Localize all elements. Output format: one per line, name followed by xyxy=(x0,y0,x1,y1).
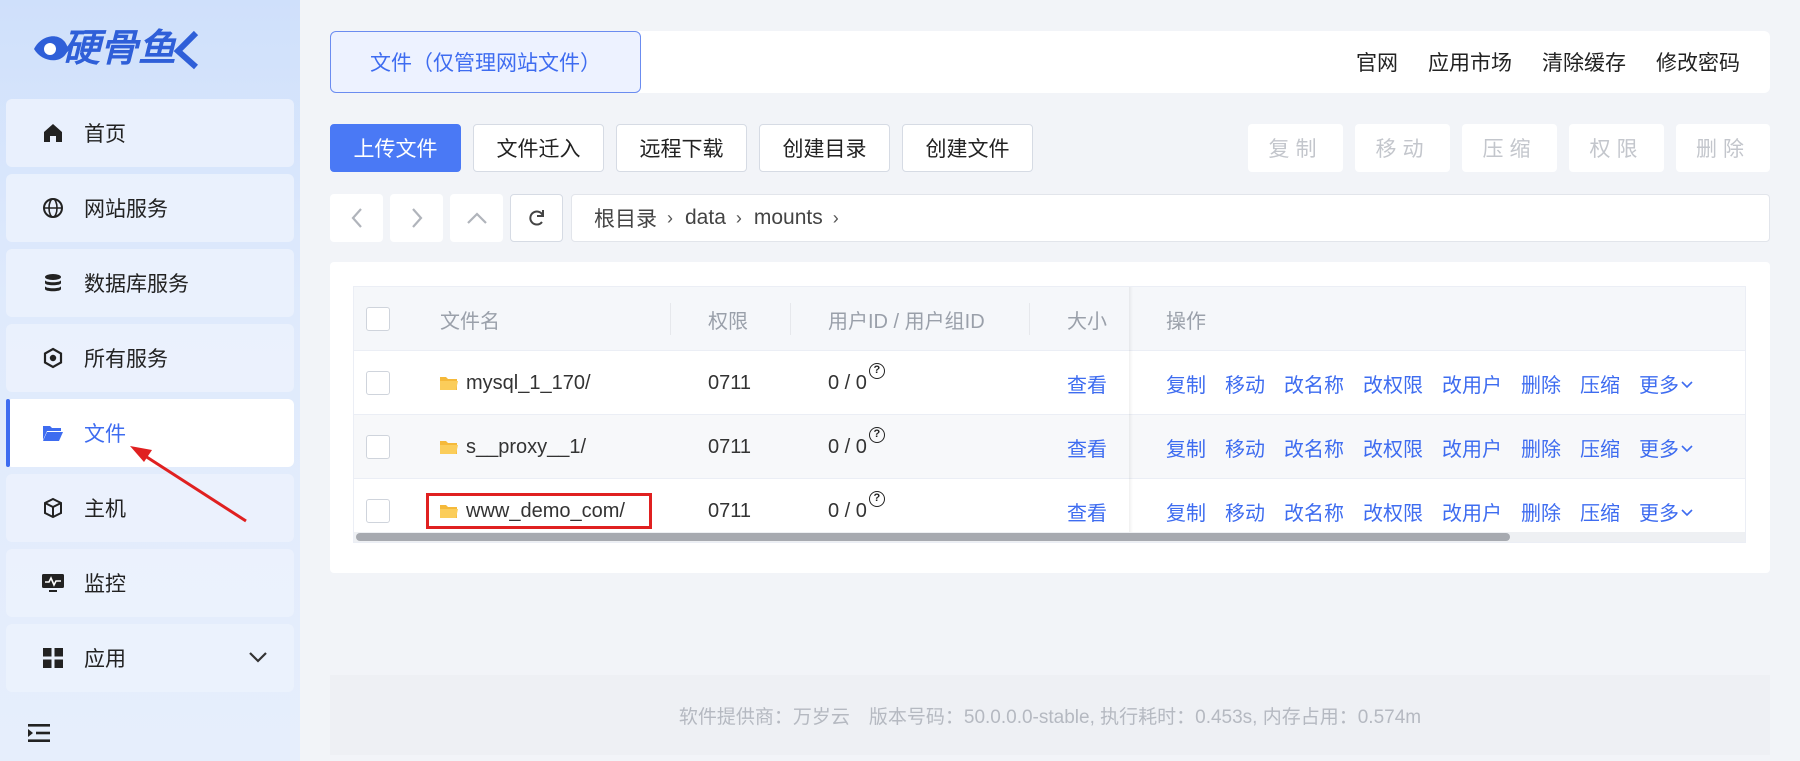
file-toolbar: 上传文件 文件迁入 远程下载 创建目录 创建文件 复制 移动 压缩 权限 删除 xyxy=(330,124,1770,172)
create-dir-button[interactable]: 创建目录 xyxy=(759,124,890,172)
permission-button[interactable]: 权限 xyxy=(1569,124,1664,172)
refresh-icon xyxy=(528,210,544,226)
column-header-permission: 权限 xyxy=(708,310,748,333)
view-size-link[interactable]: 查看 xyxy=(1067,415,1107,479)
folder-icon xyxy=(440,376,458,391)
action-move[interactable]: 移动 xyxy=(1225,433,1265,462)
row-checkbox[interactable] xyxy=(366,371,390,395)
import-button[interactable]: 文件迁入 xyxy=(473,124,604,172)
path-navigation: 根目录 › data › mounts › xyxy=(330,194,1770,242)
action-rename[interactable]: 改名称 xyxy=(1284,497,1344,526)
action-copy[interactable]: 复制 xyxy=(1166,433,1206,462)
row-checkbox[interactable] xyxy=(366,499,390,523)
action-more[interactable]: 更多 xyxy=(1639,433,1679,462)
refresh-button[interactable] xyxy=(510,194,563,242)
annotation-arrow xyxy=(130,446,247,523)
action-rename[interactable]: 改名称 xyxy=(1284,433,1344,462)
select-all-checkbox[interactable] xyxy=(366,307,390,331)
row-actions: 复制 移动 改名称 改权限 改用户 删除 压缩 更多 xyxy=(1166,351,1693,415)
action-chmod[interactable]: 改权限 xyxy=(1363,497,1423,526)
chevron-down-icon xyxy=(1681,436,1693,459)
help-icon[interactable]: ? xyxy=(868,363,885,379)
chevron-down-icon xyxy=(1681,372,1693,395)
action-copy[interactable]: 复制 xyxy=(1166,497,1206,526)
header-links: 官网 应用市场 清除缓存 修改密码 xyxy=(1356,31,1740,93)
owner-value: 0 / 0 xyxy=(828,435,867,458)
row-checkbox[interactable] xyxy=(366,435,390,459)
chevron-right-icon: › xyxy=(667,207,673,228)
upload-button[interactable]: 上传文件 xyxy=(330,124,461,172)
file-name-link[interactable]: s__proxy__1/ xyxy=(466,436,586,459)
action-delete[interactable]: 删除 xyxy=(1521,369,1561,398)
chevron-up-icon xyxy=(466,212,487,224)
help-icon[interactable]: ? xyxy=(868,491,885,507)
chevron-left-icon xyxy=(351,208,362,228)
action-chmod[interactable]: 改权限 xyxy=(1363,433,1423,462)
breadcrumb-segment-mounts[interactable]: mounts xyxy=(754,206,823,230)
forward-button[interactable] xyxy=(390,194,443,242)
table-row[interactable]: mysql_1_170/ 0711 0 / 0? 查看 复制 移动 改名称 改权… xyxy=(354,351,1745,415)
action-delete[interactable]: 删除 xyxy=(1521,433,1561,462)
fixed-column-shadow xyxy=(1129,287,1133,542)
link-change-password[interactable]: 修改密码 xyxy=(1656,47,1740,77)
permission-value: 0711 xyxy=(708,435,752,458)
horizontal-scrollbar[interactable] xyxy=(354,532,1745,542)
link-official-site[interactable]: 官网 xyxy=(1356,47,1398,77)
move-button[interactable]: 移动 xyxy=(1355,124,1450,172)
action-delete[interactable]: 删除 xyxy=(1521,497,1561,526)
action-more[interactable]: 更多 xyxy=(1639,369,1679,398)
action-move[interactable]: 移动 xyxy=(1225,369,1265,398)
chevron-right-icon: › xyxy=(832,207,839,228)
header-bar: 文件（仅管理网站文件） 官网 应用市场 清除缓存 修改密码 xyxy=(330,31,1770,93)
breadcrumb: 根目录 › data › mounts › xyxy=(571,194,1770,242)
column-header-name: 文件名 xyxy=(440,310,500,333)
action-compress[interactable]: 压缩 xyxy=(1580,433,1620,462)
file-name-link[interactable]: mysql_1_170/ xyxy=(466,372,591,395)
column-header-size: 大小 xyxy=(1067,310,1107,333)
chevron-down-icon xyxy=(1681,500,1693,523)
footer: 软件提供商：万岁云 版本号码：50.0.0.0-stable, 执行耗时：0.4… xyxy=(330,675,1770,755)
delete-button[interactable]: 删除 xyxy=(1676,124,1770,172)
action-chown[interactable]: 改用户 xyxy=(1442,497,1502,526)
action-compress[interactable]: 压缩 xyxy=(1580,369,1620,398)
column-header-owner: 用户ID / 用户组ID xyxy=(828,310,985,333)
back-button[interactable] xyxy=(330,194,383,242)
action-chmod[interactable]: 改权限 xyxy=(1363,369,1423,398)
tab-files[interactable]: 文件（仅管理网站文件） xyxy=(330,31,641,93)
breadcrumb-segment-data[interactable]: data xyxy=(685,206,726,230)
action-chown[interactable]: 改用户 xyxy=(1442,369,1502,398)
folder-icon xyxy=(440,440,458,455)
action-chown[interactable]: 改用户 xyxy=(1442,433,1502,462)
up-button[interactable] xyxy=(450,194,503,242)
link-app-market[interactable]: 应用市场 xyxy=(1428,47,1512,77)
view-size-link[interactable]: 查看 xyxy=(1067,351,1107,415)
row-actions: 复制 移动 改名称 改权限 改用户 删除 压缩 更多 xyxy=(1166,415,1693,479)
action-copy[interactable]: 复制 xyxy=(1166,369,1206,398)
scrollbar-thumb[interactable] xyxy=(356,533,1510,541)
permission-value: 0711 xyxy=(708,371,752,394)
column-header-actions: 操作 xyxy=(1166,310,1206,333)
action-move[interactable]: 移动 xyxy=(1225,497,1265,526)
chevron-right-icon xyxy=(411,208,422,228)
help-icon[interactable]: ? xyxy=(868,427,885,443)
action-more[interactable]: 更多 xyxy=(1639,497,1679,526)
compress-button[interactable]: 压缩 xyxy=(1462,124,1557,172)
highlight-annotation xyxy=(426,493,652,529)
chevron-right-icon: › xyxy=(735,207,742,228)
copy-button[interactable]: 复制 xyxy=(1248,124,1343,172)
table-header: 文件名 权限 用户ID / 用户组ID 大小 操作 xyxy=(354,287,1745,351)
link-clear-cache[interactable]: 清除缓存 xyxy=(1542,47,1626,77)
table-row[interactable]: s__proxy__1/ 0711 0 / 0? 查看 复制 移动 改名称 改权… xyxy=(354,415,1745,479)
breadcrumb-root[interactable]: 根目录 xyxy=(594,203,657,233)
action-compress[interactable]: 压缩 xyxy=(1580,497,1620,526)
owner-value: 0 / 0 xyxy=(828,371,867,394)
owner-value: 0 / 0 xyxy=(828,499,867,522)
action-rename[interactable]: 改名称 xyxy=(1284,369,1344,398)
remote-download-button[interactable]: 远程下载 xyxy=(616,124,747,172)
create-file-button[interactable]: 创建文件 xyxy=(902,124,1033,172)
